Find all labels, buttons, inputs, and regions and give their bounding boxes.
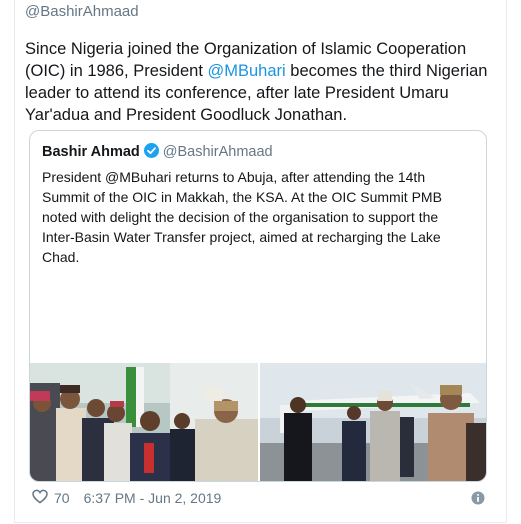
photo-grid[interactable] — [30, 363, 486, 481]
tweet-timestamp[interactable]: 6:37 PM - Jun 2, 2019 — [84, 490, 222, 506]
like-count[interactable]: 70 — [54, 490, 70, 506]
info-icon[interactable] — [471, 491, 485, 505]
photo-delegation-greeting[interactable] — [30, 363, 258, 481]
tweet-text: Since Nigeria joined the Organization of… — [25, 38, 495, 126]
quoted-author-name[interactable]: Bashir Ahmad — [42, 144, 140, 160]
quoted-author-handle[interactable]: @BashirAhmaad — [163, 144, 273, 160]
author-handle[interactable]: @BashirAhmaad — [25, 3, 139, 20]
photo-airport-arrival[interactable] — [260, 363, 486, 481]
quoted-tweet[interactable]: Bashir Ahmad @BashirAhmaad President @MBu… — [29, 130, 487, 482]
verified-badge-icon — [143, 143, 159, 158]
heart-icon[interactable] — [32, 489, 48, 507]
mention-link[interactable]: @MBuhari — [208, 62, 286, 80]
quoted-text: President @MBuhari returns to Abuja, aft… — [42, 169, 442, 265]
tweet-footer: 70 6:37 PM - Jun 2, 2019 — [32, 489, 221, 507]
quoted-header: Bashir Ahmad @BashirAhmaad — [42, 143, 273, 160]
